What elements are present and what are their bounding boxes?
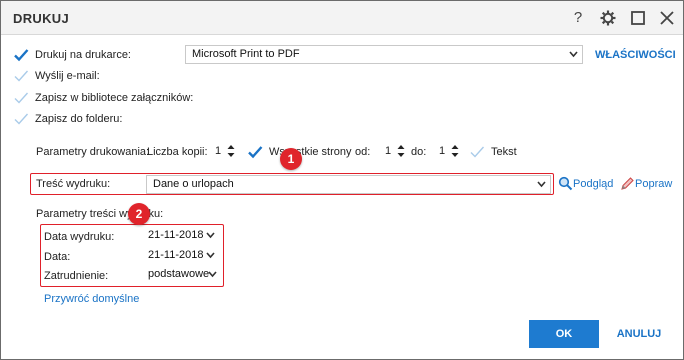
properties-link[interactable]: WŁAŚCIWOŚCI <box>595 49 676 61</box>
edit-link[interactable]: Popraw <box>635 178 672 190</box>
text-label: Tekst <box>491 146 517 158</box>
to-page-stepper[interactable]: 1 <box>435 142 461 161</box>
copies-value: 1 <box>214 145 222 157</box>
save-to-folder-checkbox[interactable] <box>13 111 29 127</box>
from-label: od: <box>355 146 371 158</box>
pencil-icon[interactable] <box>620 176 635 194</box>
gear-icon[interactable] <box>597 7 619 29</box>
date-field[interactable]: 21-11-2018 <box>145 247 219 266</box>
dialog-title: DRUKUJ <box>13 11 69 26</box>
from-page-stepper[interactable]: 1 <box>381 142 407 161</box>
title-bar: DRUKUJ ? <box>1 1 683 35</box>
employment-select[interactable]: podstawowe <box>145 266 221 285</box>
employment-label: Zatrudnienie: <box>44 270 109 282</box>
from-page-value: 1 <box>384 145 392 157</box>
all-pages-checkbox[interactable] <box>247 144 263 160</box>
stepper-arrows-icon[interactable] <box>397 143 405 159</box>
print-date-label: Data wydruku: <box>44 231 115 243</box>
printer-select[interactable]: Microsoft Print to PDF <box>185 45 583 64</box>
content-select[interactable]: Dane o urlopach <box>146 175 551 194</box>
date-value: 21-11-2018 <box>148 249 204 261</box>
printer-select-value: Microsoft Print to PDF <box>192 48 300 60</box>
date-label: Data: <box>44 251 71 263</box>
preview-link[interactable]: Podgląd <box>573 178 613 190</box>
annotation-marker-2: 2 <box>128 203 150 225</box>
to-label: do: <box>411 146 427 158</box>
print-dialog: DRUKUJ ? Drukuj na drukarce: Wyślij e-ma… <box>0 0 684 360</box>
copies-stepper[interactable]: 1 <box>211 142 237 161</box>
chevron-down-icon <box>569 46 578 69</box>
print-date-field[interactable]: 21-11-2018 <box>145 227 219 246</box>
annotation-marker-1: 1 <box>280 148 302 170</box>
print-params-label: Parametry drukowania: <box>36 146 150 158</box>
send-email-label: Wyślij e-mail: <box>35 70 100 82</box>
send-email-checkbox[interactable] <box>13 68 29 84</box>
content-select-value: Dane o urlopach <box>153 178 234 190</box>
content-label: Treść wydruku: <box>36 178 111 190</box>
print-on-printer-checkbox[interactable] <box>13 47 29 63</box>
help-icon[interactable]: ? <box>567 7 589 29</box>
maximize-icon[interactable] <box>627 7 649 29</box>
print-on-printer-label: Drukuj na drukarce: <box>35 49 131 61</box>
ok-button[interactable]: OK <box>529 320 599 348</box>
employment-value: podstawowe <box>148 268 210 280</box>
stepper-arrows-icon[interactable] <box>227 143 235 159</box>
cancel-button[interactable]: ANULUJ <box>611 320 667 348</box>
print-date-value: 21-11-2018 <box>148 229 204 241</box>
restore-defaults-link[interactable]: Przywróć domyślne <box>44 293 139 305</box>
magnifier-icon[interactable] <box>558 176 573 194</box>
save-to-folder-label: Zapisz do folderu: <box>35 113 123 125</box>
copies-label: Liczba kopii: <box>147 146 208 158</box>
to-page-value: 1 <box>438 145 446 157</box>
chevron-down-icon <box>208 266 217 289</box>
chevron-down-icon <box>537 176 546 199</box>
stepper-arrows-icon[interactable] <box>451 143 459 159</box>
close-icon[interactable] <box>656 7 678 29</box>
save-to-attachments-checkbox[interactable] <box>13 90 29 106</box>
save-to-attachments-label: Zapisz w bibliotece załączników: <box>35 92 194 104</box>
text-checkbox[interactable] <box>469 144 485 160</box>
